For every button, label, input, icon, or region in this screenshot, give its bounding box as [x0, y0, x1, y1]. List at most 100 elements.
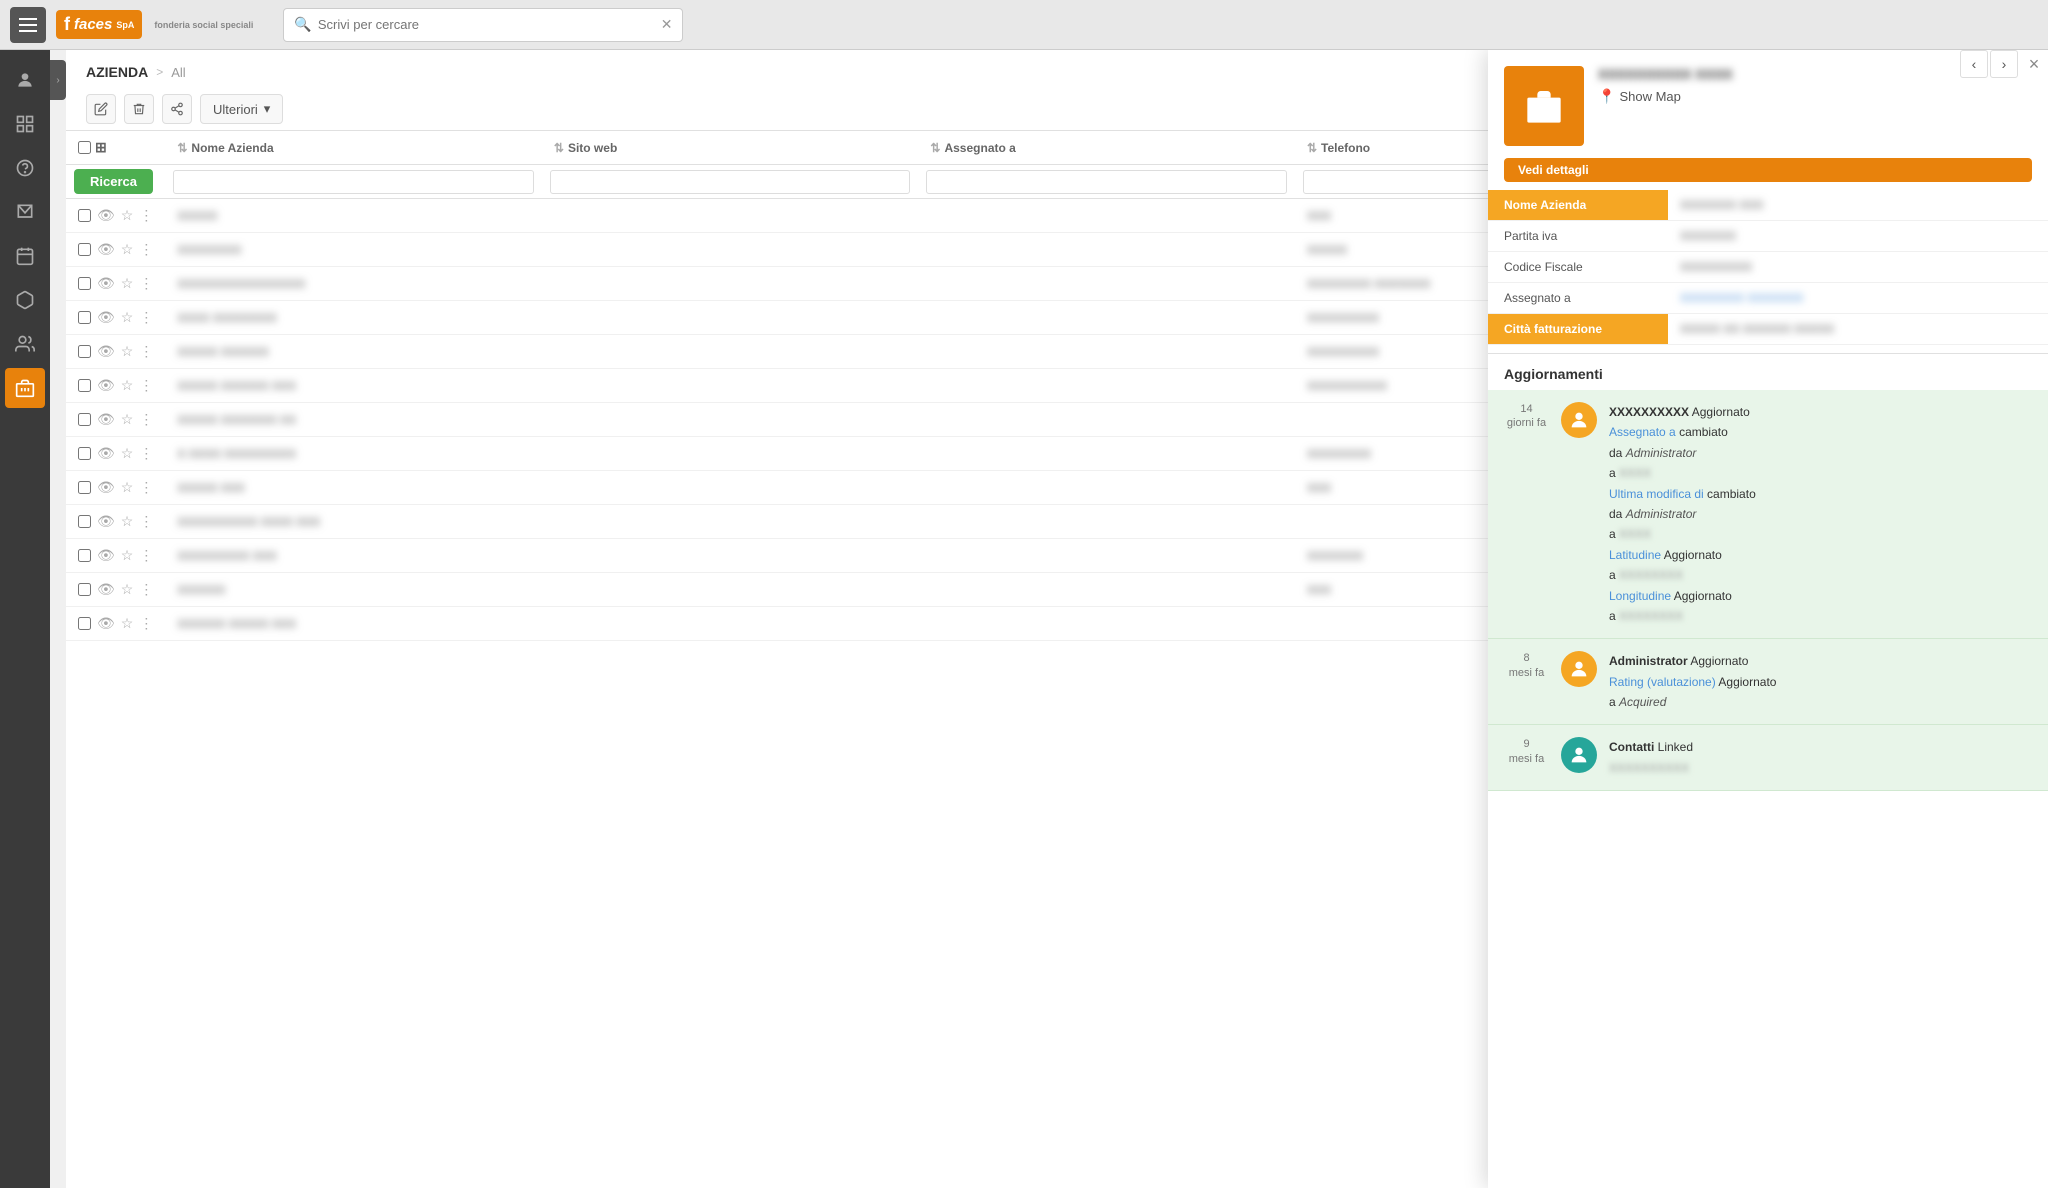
sidebar-item-help[interactable] — [5, 148, 45, 188]
row-star-icon[interactable]: ☆ — [121, 445, 134, 462]
hamburger-button[interactable] — [10, 7, 46, 43]
row-checkbox[interactable] — [78, 481, 91, 494]
update-item: 8mesi fa Administrator Aggiornato Rating… — [1488, 639, 2048, 725]
row-menu-icon[interactable]: ⋮ — [139, 275, 153, 292]
cell-nome-azienda: XXXXXXXX — [165, 233, 542, 267]
field-label: Nome Azienda — [1488, 190, 1668, 220]
row-checkbox[interactable] — [78, 345, 91, 358]
sidebar-item-companies[interactable] — [5, 368, 45, 408]
cell-sito-web — [542, 505, 919, 539]
share-button[interactable] — [162, 94, 192, 124]
panel-prev-button[interactable]: ‹ — [1960, 50, 1988, 78]
row-star-icon[interactable]: ☆ — [121, 615, 134, 632]
grid-view-icon[interactable]: ⊞ — [95, 139, 107, 156]
row-view-icon[interactable]: 👁 — [97, 411, 115, 428]
sidebar-expander[interactable]: › — [50, 60, 66, 100]
ricerca-button[interactable]: Ricerca — [74, 169, 153, 194]
cell-sito-web — [542, 199, 919, 233]
row-checkbox[interactable] — [78, 617, 91, 630]
cell-sito-web — [542, 403, 919, 437]
row-star-icon[interactable]: ☆ — [121, 241, 134, 258]
row-menu-icon[interactable]: ⋮ — [139, 241, 153, 258]
delete-button[interactable] — [124, 94, 154, 124]
ulteriori-dropdown[interactable]: Ulteriori ▾ — [200, 94, 283, 124]
row-star-icon[interactable]: ☆ — [121, 513, 134, 530]
row-menu-icon[interactable]: ⋮ — [139, 581, 153, 598]
detail-panel: XXXXXXXXXX XXXX 📍 Show Map ‹ › × Vedi de… — [1488, 50, 2048, 1188]
row-star-icon[interactable]: ☆ — [121, 309, 134, 326]
row-view-icon[interactable]: 👁 — [97, 513, 115, 530]
row-checkbox[interactable] — [78, 277, 91, 290]
sidebar-item-messages[interactable] — [5, 192, 45, 232]
row-checkbox[interactable] — [78, 583, 91, 596]
row-menu-icon[interactable]: ⋮ — [139, 547, 153, 564]
row-star-icon[interactable]: ☆ — [121, 411, 134, 428]
row-menu-icon[interactable]: ⋮ — [139, 207, 153, 224]
row-view-icon[interactable]: 👁 — [97, 309, 115, 326]
row-menu-icon[interactable]: ⋮ — [139, 377, 153, 394]
row-menu-icon[interactable]: ⋮ — [139, 479, 153, 496]
row-checkbox[interactable] — [78, 209, 91, 222]
sidebar-item-dashboard[interactable] — [5, 104, 45, 144]
panel-close-button[interactable]: × — [2020, 50, 2048, 78]
filter-sito-web[interactable] — [550, 170, 911, 194]
row-checkbox[interactable] — [78, 447, 91, 460]
update-item: 9mesi fa Contatti Linked XXXXXXXXXX — [1488, 725, 2048, 791]
row-view-icon[interactable]: 👁 — [97, 207, 115, 224]
select-all-checkbox[interactable] — [78, 141, 91, 154]
row-menu-icon[interactable]: ⋮ — [139, 309, 153, 326]
filter-assegnato-a[interactable] — [926, 170, 1287, 194]
row-star-icon[interactable]: ☆ — [121, 547, 134, 564]
breadcrumb-title: AZIENDA — [86, 64, 148, 80]
show-map-link[interactable]: 📍 Show Map — [1598, 88, 2032, 105]
edit-button[interactable] — [86, 94, 116, 124]
panel-nav: ‹ › — [1960, 50, 2018, 78]
filter-nome-azienda[interactable] — [173, 170, 534, 194]
row-checkbox[interactable] — [78, 549, 91, 562]
sidebar-item-contacts[interactable] — [5, 324, 45, 364]
map-pin-icon: 📍 — [1598, 88, 1615, 105]
row-view-icon[interactable]: 👁 — [97, 615, 115, 632]
row-checkbox[interactable] — [78, 413, 91, 426]
row-star-icon[interactable]: ☆ — [121, 581, 134, 598]
row-menu-icon[interactable]: ⋮ — [139, 343, 153, 360]
logo-box: f faces SpA — [56, 10, 142, 39]
row-view-icon[interactable]: 👁 — [97, 343, 115, 360]
row-view-icon[interactable]: 👁 — [97, 547, 115, 564]
clear-icon[interactable]: ✕ — [661, 16, 673, 33]
row-star-icon[interactable]: ☆ — [121, 275, 134, 292]
row-star-icon[interactable]: ☆ — [121, 377, 134, 394]
row-view-icon[interactable]: 👁 — [97, 377, 115, 394]
row-menu-icon[interactable]: ⋮ — [139, 615, 153, 632]
row-view-icon[interactable]: 👁 — [97, 581, 115, 598]
row-checkbox[interactable] — [78, 515, 91, 528]
search-bar: 🔍 ✕ — [283, 8, 683, 42]
sidebar-item-products[interactable] — [5, 280, 45, 320]
row-view-icon[interactable]: 👁 — [97, 445, 115, 462]
search-input[interactable] — [318, 17, 661, 32]
cell-sito-web — [542, 335, 919, 369]
show-map-label: Show Map — [1619, 89, 1680, 104]
cell-nome-azienda: XXXXXX — [165, 573, 542, 607]
row-view-icon[interactable]: 👁 — [97, 479, 115, 496]
col-nome-azienda: ⇅ Nome Azienda — [165, 131, 542, 165]
cell-nome-azienda: XXXXXXXXXX XXXX XXX — [165, 505, 542, 539]
row-view-icon[interactable]: 👁 — [97, 275, 115, 292]
sidebar-item-profile[interactable] — [5, 60, 45, 100]
row-checkbox[interactable] — [78, 379, 91, 392]
vedi-dettagli-button[interactable]: Vedi dettagli — [1504, 158, 2032, 182]
row-star-icon[interactable]: ☆ — [121, 479, 134, 496]
row-menu-icon[interactable]: ⋮ — [139, 445, 153, 462]
sidebar-item-tasks[interactable] — [5, 236, 45, 276]
panel-next-button[interactable]: › — [1990, 50, 2018, 78]
row-view-icon[interactable]: 👁 — [97, 241, 115, 258]
row-star-icon[interactable]: ☆ — [121, 343, 134, 360]
field-value[interactable]: XXXXXXXX XXXXXXX — [1668, 283, 2048, 313]
row-checkbox[interactable] — [78, 311, 91, 324]
row-menu-icon[interactable]: ⋮ — [139, 411, 153, 428]
row-star-icon[interactable]: ☆ — [121, 207, 134, 224]
logo-text: faces — [74, 16, 112, 33]
row-menu-icon[interactable]: ⋮ — [139, 513, 153, 530]
row-checkbox[interactable] — [78, 243, 91, 256]
field-label: Città fatturazione — [1488, 314, 1668, 344]
